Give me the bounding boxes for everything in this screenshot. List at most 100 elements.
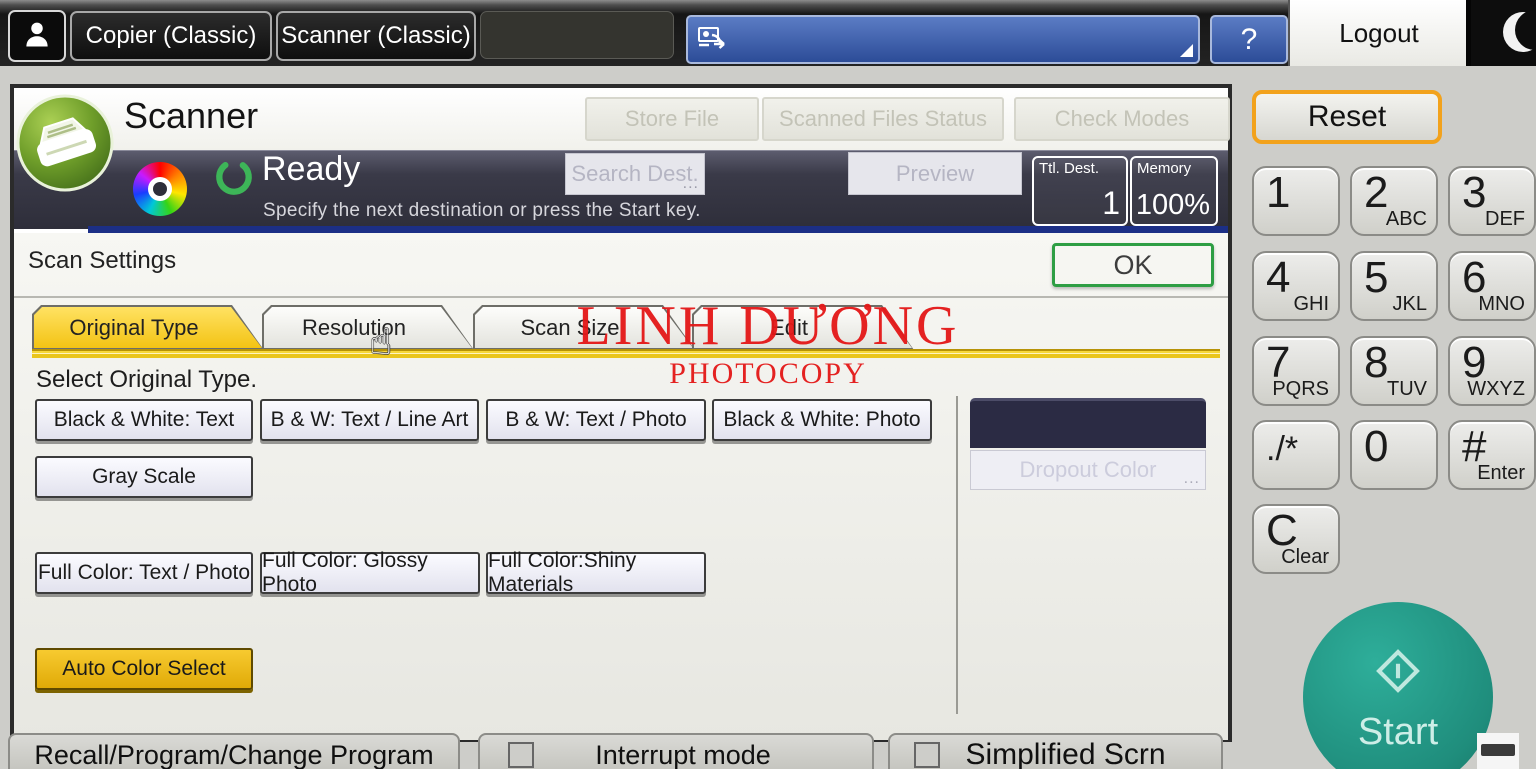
ttl-dest-value: 1 [1102,185,1120,222]
watermark-line2: PHOTOCOPY [669,357,867,391]
key-8[interactable]: 8 TUV [1350,336,1438,406]
hand-cursor: ☝ [370,322,392,363]
memory-value: 100% [1136,189,1210,222]
start-label: Start [1358,711,1438,754]
key-hash-enter[interactable]: # Enter [1448,420,1536,490]
key-1[interactable]: 1 [1252,166,1340,236]
function-dropdown[interactable] [686,15,1200,64]
store-file-button[interactable]: Store File [585,97,759,141]
recall-program-button[interactable]: Recall/Program/Change Program [8,733,460,769]
memory-label: Memory [1137,160,1191,177]
key-2[interactable]: 2 ABC [1350,166,1438,236]
screen-switch-icon [697,24,731,59]
btn-fullcolor-glossy[interactable]: Full Color: Glossy Photo [260,552,480,594]
dropout-color-label: Dropout Color [1020,457,1157,483]
color-wheel-icon [133,162,187,216]
section-label: Select Original Type. [36,366,257,394]
memory-indicator: Memory 100% [1130,156,1218,226]
device-screen: Copier (Classic) Scanner (Classic) ? Log… [0,0,1536,769]
btn-bw-photo[interactable]: Black & White: Photo [712,399,932,441]
btn-bw-text-photo[interactable]: B & W: Text / Photo [486,399,706,441]
ok-label: OK [1113,250,1152,281]
dropout-ellipsis: ... [1184,470,1200,488]
destination-strip [88,226,1228,233]
btn-bw-text-lineart-label: B & W: Text / Line Art [271,408,469,432]
simplified-screen-button[interactable]: Simplified Scrn [888,733,1223,769]
tab-original-type[interactable]: Original Type [32,305,264,350]
search-dest-ellipsis: ... [683,175,699,193]
logout-button[interactable]: Logout [1288,0,1468,66]
interrupt-mode-label: Interrupt mode [534,740,832,769]
help-label: ? [1241,23,1258,57]
btn-auto-color-select[interactable]: Auto Color Select [35,648,253,690]
tab-scanner-label: Scanner (Classic) [281,22,470,50]
simplified-screen-label: Simplified Scrn [940,738,1191,769]
tab-resolution-label: Resolution [262,305,446,350]
energy-saver-button[interactable] [1471,0,1536,66]
user-icon [22,19,52,54]
tab-resolution[interactable]: Resolution [262,305,474,350]
user-button[interactable] [8,10,66,62]
start-button[interactable]: Start [1303,602,1493,769]
key-clear[interactable]: C Clear [1252,504,1340,574]
key-5[interactable]: 5 JKL [1350,251,1438,321]
search-dest-label: Search Dest. [571,161,698,187]
scan-settings-title: Scan Settings [28,247,176,275]
btn-fullcolor-shiny[interactable]: Full Color:Shiny Materials [486,552,706,594]
key-dot-star[interactable]: ./* [1252,420,1340,490]
total-destination-counter: Ttl. Dest. 1 [1032,156,1128,226]
check-modes-button[interactable]: Check Modes [1014,97,1230,141]
btn-bw-text-lineart[interactable]: B & W: Text / Line Art [260,399,479,441]
video-watermark-logo [1477,733,1519,769]
logout-label: Logout [1339,18,1419,49]
status-message: Specify the next destination or press th… [263,200,701,222]
btn-bw-text[interactable]: Black & White: Text [35,399,253,441]
ttl-dest-label: Ttl. Dest. [1039,160,1099,177]
key-4[interactable]: 4 GHI [1252,251,1340,321]
tab-copier-label: Copier (Classic) [86,22,257,50]
ok-button[interactable]: OK [1052,243,1214,287]
btn-bw-text-photo-label: B & W: Text / Photo [505,408,686,432]
preview-button[interactable]: Preview [848,152,1022,195]
interrupt-mode-button[interactable]: Interrupt mode [478,733,874,769]
key-7[interactable]: 7 PQRS [1252,336,1340,406]
start-diamond-icon [1367,640,1429,707]
btn-auto-color-select-label: Auto Color Select [62,657,225,681]
help-button[interactable]: ? [1210,15,1288,64]
interrupt-checkbox[interactable] [508,742,534,768]
reset-button[interactable]: Reset [1252,90,1442,144]
btn-gray-scale-label: Gray Scale [92,465,196,489]
tab-empty-slot[interactable] [480,11,674,59]
btn-fullcolor-text-photo[interactable]: Full Color: Text / Photo [35,552,253,594]
scanned-files-status-label: Scanned Files Status [779,106,987,132]
vertical-divider [956,396,958,714]
key-3[interactable]: 3 DEF [1448,166,1536,236]
simplified-checkbox[interactable] [914,742,940,768]
tab-copier-classic[interactable]: Copier (Classic) [70,11,272,61]
preview-label: Preview [896,161,974,187]
ready-ring-icon [213,156,255,198]
btn-fullcolor-text-photo-label: Full Color: Text / Photo [38,561,250,585]
scanned-files-status-button[interactable]: Scanned Files Status [762,97,1004,141]
store-file-label: Store File [625,106,719,132]
tab-original-type-label: Original Type [32,305,236,350]
watermark-line1: LINH DƯƠNG [577,294,960,358]
btn-bw-photo-label: Black & White: Photo [723,408,920,432]
reset-label: Reset [1308,100,1386,134]
top-hardkey-bar: Copier (Classic) Scanner (Classic) ? Log… [0,0,1536,66]
scanner-app-icon [14,92,116,194]
tab-scanner-classic[interactable]: Scanner (Classic) [276,11,476,61]
key-0[interactable]: 0 [1350,420,1438,490]
recall-program-label: Recall/Program/Change Program [34,740,433,769]
key-9[interactable]: 9 WXYZ [1448,336,1536,406]
btn-gray-scale[interactable]: Gray Scale [35,456,253,498]
dropdown-corner-arrow [1180,44,1193,57]
dropout-color-button[interactable]: Dropout Color ... [970,450,1206,490]
search-dest-button[interactable]: Search Dest. ... [565,153,705,195]
btn-bw-text-label: Black & White: Text [54,408,235,432]
key-6[interactable]: 6 MNO [1448,251,1536,321]
app-title: Scanner [124,95,258,137]
btn-fullcolor-glossy-label: Full Color: Glossy Photo [262,549,478,597]
dropout-color-header [970,398,1206,448]
check-modes-label: Check Modes [1055,106,1190,132]
